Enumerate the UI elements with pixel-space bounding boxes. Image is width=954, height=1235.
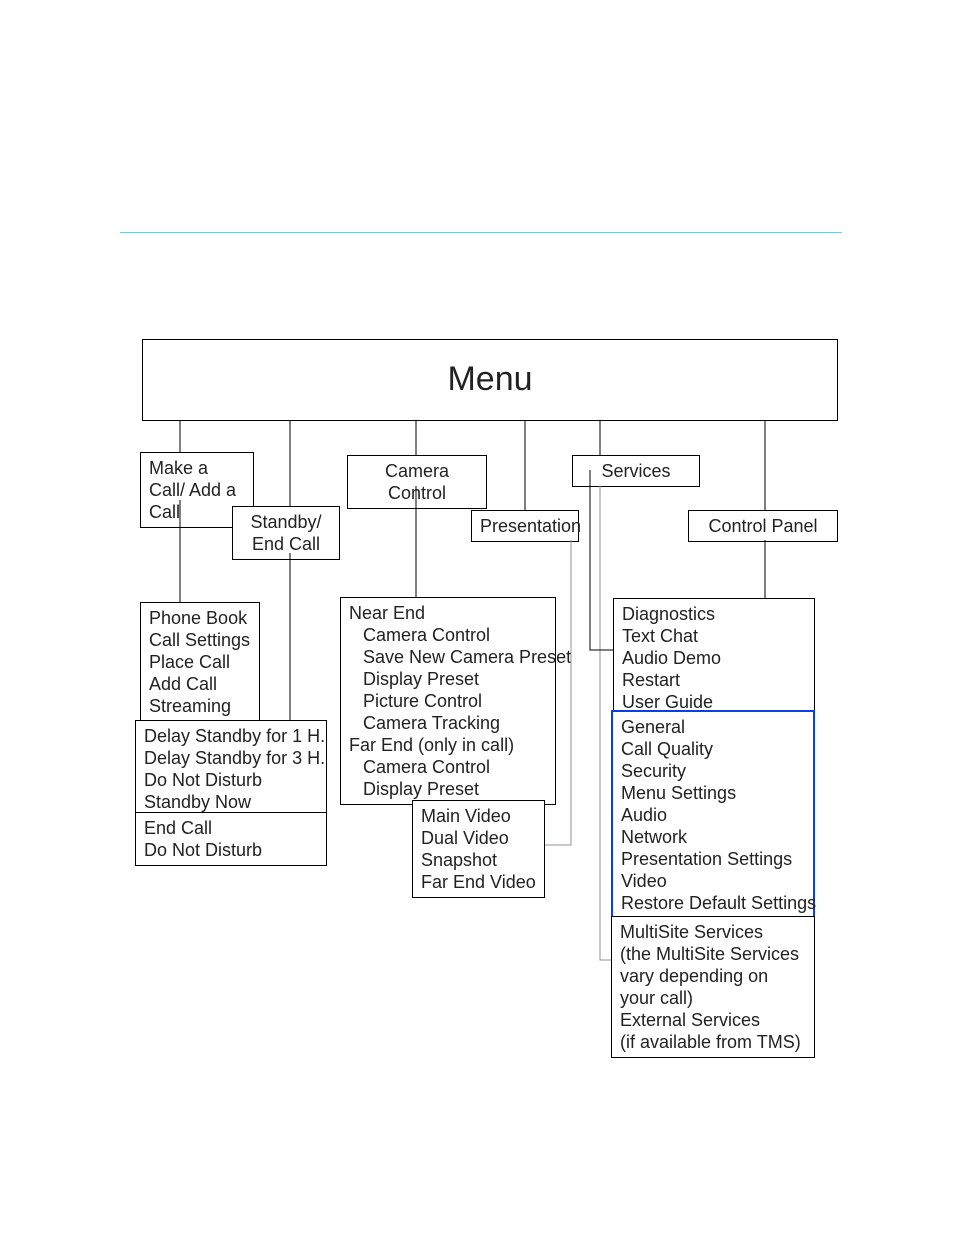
control-panel-submenu-tools: DiagnosticsText ChatAudio DemoRestartUse… — [613, 598, 815, 718]
standby-submenu-options: Delay Standby for 1 H.Delay Standby for … — [135, 720, 327, 818]
presentation-submenu: Main VideoDual VideoSnapshotFar End Vide… — [412, 800, 545, 898]
list-item: Camera Control — [349, 756, 547, 778]
list-item: Standby Now — [144, 791, 318, 813]
list-item: (if available from TMS) — [620, 1031, 806, 1053]
list-item: Audio — [621, 804, 805, 826]
standby-submenu-endcall: End CallDo Not Disturb — [135, 812, 327, 866]
list-item: (the MultiSite Services — [620, 943, 806, 965]
list-item: Delay Standby for 1 H. — [144, 725, 318, 747]
item-presentation: Presentation — [471, 510, 579, 542]
list-item: vary depending on — [620, 965, 806, 987]
horizontal-rule — [120, 232, 842, 233]
list-item: Do Not Disturb — [144, 769, 318, 791]
list-item: End Call — [144, 817, 318, 839]
list-item: Text Chat — [622, 625, 806, 647]
item-control-panel: Control Panel — [688, 510, 838, 542]
menu-root-box: Menu — [142, 339, 838, 421]
camera-control-submenu: Near EndCamera ControlSave New Camera Pr… — [340, 597, 556, 805]
list-item: Add Call — [149, 673, 251, 695]
list-item: Phone Book — [149, 607, 251, 629]
list-item: Main Video — [421, 805, 536, 827]
list-item: Call Settings — [149, 629, 251, 651]
list-item: Video — [621, 870, 805, 892]
list-item: Presentation Settings — [621, 848, 805, 870]
list-item: Diagnostics — [622, 603, 806, 625]
make-a-call-submenu: Phone BookCall SettingsPlace CallAdd Cal… — [140, 602, 260, 722]
list-item: Picture Control — [349, 690, 547, 712]
list-item: Dual Video — [421, 827, 536, 849]
list-item: Delay Standby for 3 H. — [144, 747, 318, 769]
control-panel-submenu-settings-highlighted: GeneralCall QualitySecurityMenu Settings… — [611, 710, 815, 920]
list-item: External Services — [620, 1009, 806, 1031]
list-item: your call) — [620, 987, 806, 1009]
list-item: Place Call — [149, 651, 251, 673]
item-services: Services — [572, 455, 700, 487]
list-item: Far End Video — [421, 871, 536, 893]
list-item: Menu Settings — [621, 782, 805, 804]
list-item: Restore Default Settings — [621, 892, 805, 914]
services-submenu: MultiSite Services(the MultiSite Service… — [611, 916, 815, 1058]
list-item: Streaming — [149, 695, 251, 717]
list-item: Display Preset — [349, 668, 547, 690]
list-item: Do Not Disturb — [144, 839, 318, 861]
list-item: Call Quality — [621, 738, 805, 760]
list-item: Audio Demo — [622, 647, 806, 669]
item-camera-control: Camera Control — [347, 455, 487, 509]
list-item: Network — [621, 826, 805, 848]
group-header: Far End (only in call) — [349, 734, 547, 756]
page: Menu Make a Call/ Add a Call Standby/ En… — [0, 0, 954, 1235]
list-item: Camera Control — [349, 624, 547, 646]
list-item: General — [621, 716, 805, 738]
group-header: Near End — [349, 602, 547, 624]
item-standby-end-call: Standby/ End Call — [232, 506, 340, 560]
list-item: Camera Tracking — [349, 712, 547, 734]
list-item: Snapshot — [421, 849, 536, 871]
list-item: Save New Camera Preset — [349, 646, 547, 668]
list-item: MultiSite Services — [620, 921, 806, 943]
list-item: Restart — [622, 669, 806, 691]
list-item: Display Preset — [349, 778, 547, 800]
list-item: Security — [621, 760, 805, 782]
